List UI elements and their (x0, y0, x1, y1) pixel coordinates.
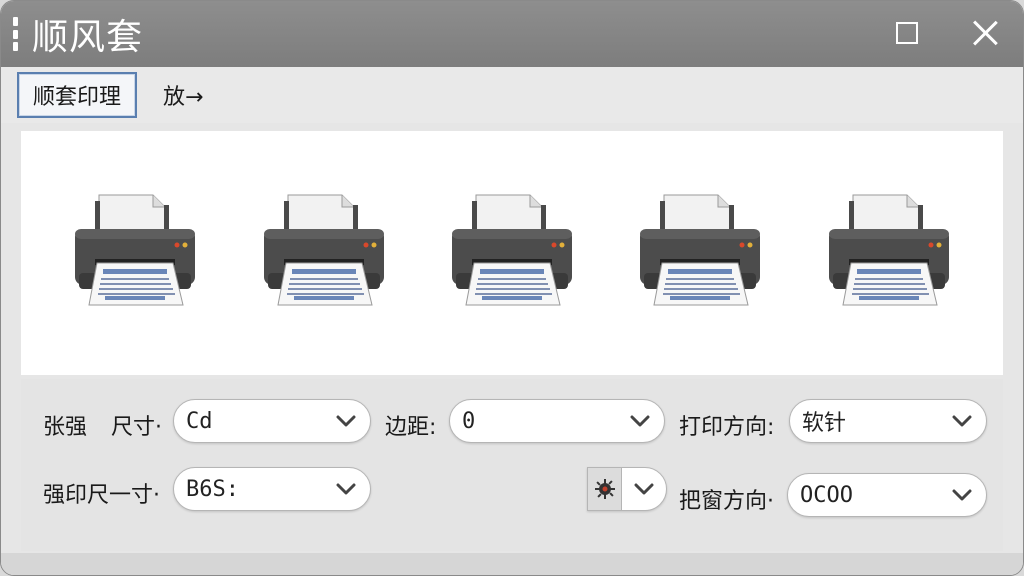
tab-next[interactable]: 放→ (149, 72, 217, 118)
size-label: 尺寸· (111, 415, 162, 440)
title-bar[interactable]: 顺风套 (1, 1, 1023, 67)
grip-icon (13, 17, 18, 51)
window-direction-label: 把窗方向· (679, 489, 774, 514)
printer-icon[interactable] (254, 183, 394, 323)
chevron-down-icon (952, 415, 972, 427)
printer-icon[interactable] (819, 183, 959, 323)
window-title: 顺风套 (32, 17, 144, 58)
color-gear-icon (594, 479, 615, 499)
chevron-down-icon (336, 483, 356, 495)
orientation-label: 打印方向: (679, 415, 775, 440)
margin-label: 边距: (385, 415, 437, 440)
margin-select[interactable]: 0 (449, 399, 665, 443)
toolbar: 顺套印理 放→ (1, 67, 1023, 123)
chevron-down-icon (634, 483, 654, 495)
window-direction-value: OCOO (800, 482, 853, 508)
close-icon (972, 20, 998, 46)
print-size-value: B6S: (186, 476, 239, 502)
settings-panel: 张强 尺寸· Cd 边距: 0 打印方向: 软针 强印尺一寸· B6S: 把窗方… (21, 379, 1003, 551)
tab-print-settings[interactable]: 顺套印理 (17, 72, 138, 118)
size-value: Cd (186, 408, 213, 434)
printer-icon[interactable] (630, 183, 770, 323)
app-window: 顺风套 顺套印理 放→ 张强 尺寸· Cd 边距: 0 打印方向: 软针 强印尺… (0, 0, 1024, 576)
maximize-button[interactable] (889, 15, 925, 51)
print-size-select[interactable]: B6S: (173, 467, 371, 511)
close-button[interactable] (967, 15, 1003, 51)
print-size-label: 强印尺一寸· (43, 483, 160, 508)
printer-icon[interactable] (65, 183, 205, 323)
color-dropdown-button[interactable] (622, 468, 666, 510)
color-combo[interactable] (587, 467, 667, 511)
orientation-value: 软针 (802, 411, 847, 436)
size-select[interactable]: Cd (173, 399, 371, 443)
chevron-down-icon (952, 489, 972, 501)
orientation-select[interactable]: 软针 (789, 399, 987, 443)
color-swatch[interactable] (588, 468, 622, 510)
window-controls (889, 15, 1003, 51)
chevron-down-icon (630, 415, 650, 427)
status-strip (1, 553, 1023, 575)
maximize-icon (896, 22, 918, 44)
printer-icon[interactable] (442, 183, 582, 323)
window-direction-select[interactable]: OCOO (787, 473, 987, 517)
paper-label: 张强 (43, 415, 88, 440)
chevron-down-icon (336, 415, 356, 427)
printer-preview (21, 131, 1003, 375)
margin-value: 0 (462, 408, 476, 434)
